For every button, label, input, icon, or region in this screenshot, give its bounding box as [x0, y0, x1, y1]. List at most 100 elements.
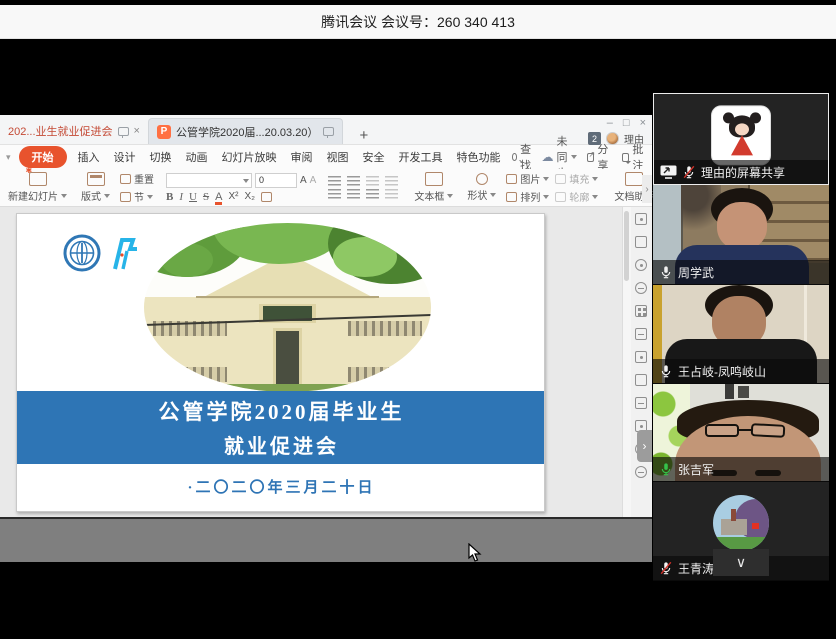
mic-muted-icon — [682, 165, 696, 179]
account-avatar[interactable] — [606, 132, 619, 145]
reset-icon — [120, 174, 131, 184]
picture-label: 图片 — [520, 171, 540, 186]
align-center-icon[interactable] — [347, 189, 360, 199]
university-seal-logo — [63, 234, 101, 272]
background-document-tab[interactable]: 202...业生就业促进会 × — [0, 118, 148, 144]
participant-tile-video[interactable]: 张吉军 — [653, 384, 829, 482]
participant-tile-screen-share[interactable]: 理由的屏幕共享 — [653, 93, 829, 185]
clipart-icon[interactable] — [635, 351, 647, 363]
menu-tab-slideshow[interactable]: 幻灯片放映 — [219, 147, 280, 167]
close-button[interactable]: × — [640, 117, 646, 129]
italic-button[interactable]: I — [179, 191, 183, 203]
menu-tab-animation[interactable]: 动画 — [183, 147, 211, 167]
college-logo — [109, 236, 141, 272]
slide-title-banner: 公管学院2020届毕业生 就业促进会 — [17, 391, 545, 464]
new-tab-button[interactable]: + — [353, 127, 374, 144]
font-color-button[interactable]: A — [215, 191, 222, 203]
toolbar-overflow-button[interactable]: › — [642, 175, 652, 203]
avatar — [711, 105, 771, 165]
stamp-icon[interactable] — [635, 282, 647, 294]
section-icon — [120, 192, 131, 202]
history-icon[interactable] — [635, 466, 647, 478]
slide-editing-area: 公管学院2020届毕业生 就业促进会 ·二〇二〇年三月二十日 — [0, 207, 652, 517]
chart-helper-icon[interactable] — [635, 328, 647, 340]
menu-tab-review[interactable]: 审阅 — [288, 147, 316, 167]
participant-name: 张吉军 — [678, 461, 714, 478]
increase-indent-icon[interactable] — [385, 176, 398, 186]
new-slide-icon — [29, 172, 47, 186]
collapse-panel-button[interactable]: ∨ — [713, 549, 769, 576]
selection-pane-icon[interactable] — [635, 236, 647, 248]
minimize-button[interactable]: – — [607, 117, 613, 129]
mic-muted-icon — [659, 561, 673, 575]
layout-button[interactable]: 版式 — [77, 171, 114, 204]
menu-tab-design[interactable]: 设计 — [111, 147, 139, 167]
underline-button[interactable]: U — [189, 191, 197, 203]
fill-label: 填充 — [569, 171, 589, 186]
reset-button[interactable]: 重置 — [120, 171, 154, 186]
font-family-combobox[interactable] — [166, 173, 252, 188]
chevron-down-icon — [592, 195, 598, 199]
side-panel-expander[interactable]: › — [637, 430, 652, 462]
align-right-icon[interactable] — [366, 189, 379, 199]
clear-format-icon[interactable] — [261, 192, 272, 202]
shapes-button[interactable]: 形状 — [463, 171, 500, 204]
menu-tab-transition[interactable]: 切换 — [147, 147, 175, 167]
section-button[interactable]: 节 — [120, 189, 154, 204]
numbered-list-icon[interactable] — [347, 176, 360, 186]
picture-button[interactable]: 图片 — [506, 171, 549, 186]
new-slide-button[interactable]: 新建幻灯片 — [4, 171, 71, 204]
fill-button[interactable]: 填充 — [555, 171, 598, 186]
slide-layout-icon[interactable] — [635, 305, 647, 317]
maximize-button[interactable]: □ — [623, 117, 630, 129]
active-document-tab[interactable]: P 公管学院2020届...20.03.20） — [148, 118, 343, 144]
participant-name: 周学武 — [678, 264, 714, 281]
participant-name: 王占岐-凤鸣岐山 — [678, 363, 766, 380]
menu-tab-insert[interactable]: 插入 — [75, 147, 103, 167]
meeting-id-text: 腾讯会议 会议号：260 340 413 — [321, 12, 515, 32]
layout-icon — [87, 172, 105, 186]
pin-icon[interactable] — [323, 127, 334, 136]
decrease-font-button[interactable]: A — [310, 175, 317, 186]
pin-icon[interactable] — [118, 127, 129, 136]
shapes-icon — [476, 173, 488, 185]
cloud-sync-icon: ☁ — [542, 150, 554, 164]
comment-pane-icon[interactable] — [635, 397, 647, 409]
decrease-indent-icon[interactable] — [366, 176, 379, 186]
increase-font-button[interactable]: A — [300, 175, 307, 186]
file-menu-chevron-icon[interactable]: ▾ — [6, 152, 11, 163]
account-name[interactable]: 理由 — [624, 131, 644, 146]
outline-button[interactable]: 轮廓 — [555, 189, 598, 204]
participant-tile-video[interactable]: 王占岐-凤鸣岐山 — [653, 285, 829, 384]
arrange-button[interactable]: 排列 — [506, 189, 549, 204]
window-bottom-band — [0, 517, 652, 562]
close-tab-icon[interactable]: × — [134, 125, 140, 137]
menu-tab-devtools[interactable]: 开发工具 — [396, 147, 446, 167]
scrollbar-thumb[interactable] — [624, 211, 629, 281]
menu-tab-special[interactable]: 特色功能 — [454, 147, 504, 167]
animation-pane-icon[interactable] — [635, 213, 647, 225]
menu-tab-home[interactable]: 开始 — [19, 146, 67, 168]
notification-badge[interactable]: 2 — [588, 132, 601, 145]
strikethrough-button[interactable]: S — [203, 191, 209, 203]
textbox-button[interactable]: 文本框 — [410, 171, 457, 204]
superscript-button[interactable]: X² — [228, 191, 238, 202]
align-left-icon[interactable] — [328, 189, 341, 199]
chevron-down-icon — [447, 194, 453, 198]
layout-label: 版式 — [81, 188, 101, 203]
font-size-combobox[interactable]: 0 — [255, 173, 297, 188]
slide-date-text: ·二〇二〇年三月二十日 — [17, 476, 545, 497]
subscript-button[interactable]: X₂ — [244, 191, 255, 202]
bold-button[interactable]: B — [166, 191, 173, 203]
justify-icon[interactable] — [385, 189, 398, 199]
sticker-icon[interactable] — [635, 259, 647, 271]
menu-tab-view[interactable]: 视图 — [324, 147, 352, 167]
menu-tab-security[interactable]: 安全 — [360, 147, 388, 167]
bullet-list-icon[interactable] — [328, 176, 341, 186]
export-image-icon[interactable] — [635, 374, 647, 386]
chevron-down-icon — [543, 195, 549, 199]
building-photo — [144, 223, 431, 392]
participant-tile-video[interactable]: 周学武 — [653, 185, 829, 285]
textbox-label: 文本框 — [414, 188, 444, 203]
home-ribbon-toolbar: 新建幻灯片 版式 重置 节 0 A A B I — [0, 169, 652, 207]
